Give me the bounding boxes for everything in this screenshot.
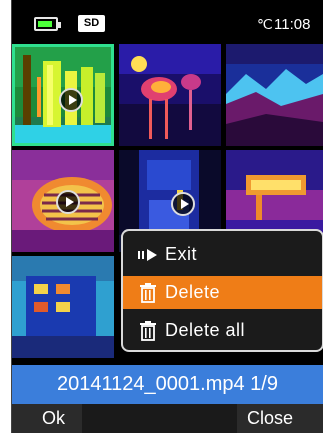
exit-icon <box>138 249 157 261</box>
trash-icon <box>140 283 156 303</box>
filename-bar: 20141124_0001.mp4 1/9 <box>12 365 323 404</box>
play-icon <box>171 192 195 216</box>
gallery-screen: SD ℃ 11:08 Exit Delete Delete all 201411… <box>12 0 323 433</box>
thumbnail-2-image <box>119 44 221 146</box>
temperature-unit: ℃ <box>257 16 273 32</box>
status-bar: SD ℃ 11:08 <box>12 0 323 44</box>
softkey-bar: Ok Close <box>12 404 323 433</box>
thumbnail-2[interactable] <box>119 44 221 146</box>
clock: 11:08 <box>274 16 311 33</box>
menu-item-label: Exit <box>165 244 198 264</box>
menu-item-label: Delete all <box>165 320 246 340</box>
context-menu: Exit Delete Delete all <box>121 229 323 352</box>
close-button[interactable]: Close <box>237 404 323 433</box>
thumbnail-7-image <box>12 256 114 358</box>
play-icon <box>59 88 83 112</box>
thumbnail-7[interactable] <box>12 256 114 358</box>
menu-item-label: Delete <box>165 282 221 302</box>
battery-tip <box>58 22 61 28</box>
trash-all-icon <box>140 321 156 341</box>
thumbnail-3-image <box>226 44 323 146</box>
ok-button[interactable]: Ok <box>12 404 82 433</box>
filename-label: 20141124_0001.mp4 1/9 <box>57 373 278 395</box>
screen-bezel <box>0 0 12 433</box>
thumbnail-1[interactable] <box>12 44 114 146</box>
battery-level <box>38 21 52 27</box>
menu-item-delete[interactable]: Delete <box>123 276 322 309</box>
menu-item-delete-all[interactable]: Delete all <box>123 314 322 347</box>
thumbnail-3[interactable] <box>226 44 323 146</box>
menu-item-exit[interactable]: Exit <box>123 238 322 271</box>
thumbnail-4[interactable] <box>12 150 114 252</box>
battery-icon <box>34 17 61 31</box>
sd-card-badge: SD <box>78 15 105 32</box>
play-icon <box>56 190 80 214</box>
